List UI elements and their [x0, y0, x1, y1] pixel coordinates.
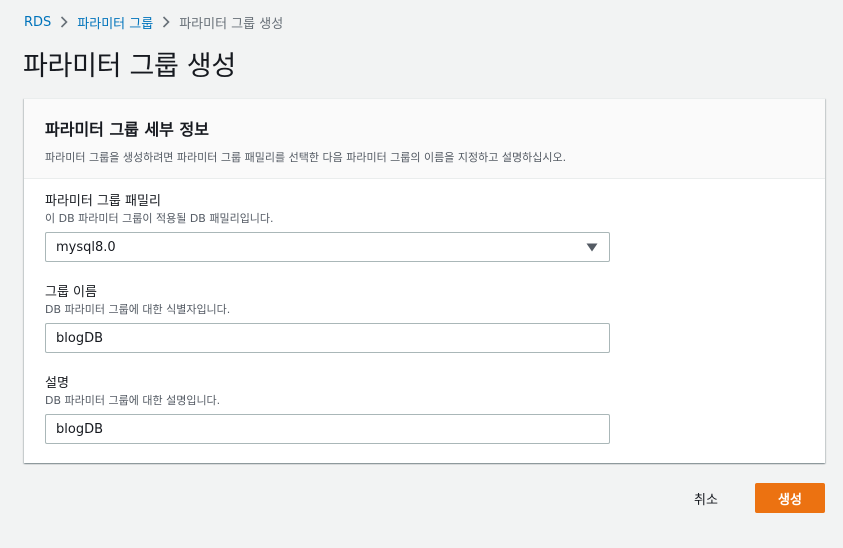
- family-field: 파라미터 그룹 패밀리 이 DB 파라미터 그룹이 적용될 DB 패밀리입니다.…: [45, 193, 804, 262]
- page: RDS 파라미터 그룹 파라미터 그룹 생성 파라미터 그룹 생성 파라미터 그…: [0, 0, 843, 548]
- card-body: 파라미터 그룹 패밀리 이 DB 파라미터 그룹이 적용될 DB 패밀리입니다.…: [24, 179, 825, 444]
- card-title: 파라미터 그룹 세부 정보: [45, 120, 209, 139]
- breadcrumb-item-rds[interactable]: RDS: [24, 15, 51, 30]
- description-description: DB 파라미터 그룹에 대한 설명입니다.: [45, 394, 221, 407]
- breadcrumb-item-current: 파라미터 그룹 생성: [179, 16, 284, 32]
- family-label: 파라미터 그룹 패밀리: [45, 194, 161, 209]
- group-name-field: 그룹 이름 DB 파라미터 그룹에 대한 식별자입니다.: [45, 284, 804, 353]
- chevron-right-icon: [153, 13, 179, 31]
- description-input[interactable]: [45, 414, 610, 444]
- page-title: 파라미터 그룹 생성: [23, 51, 236, 82]
- create-button[interactable]: 생성: [755, 483, 825, 513]
- description-label: 설명: [45, 376, 69, 391]
- chevron-right-icon: [51, 13, 77, 31]
- family-select-value: mysql8.0: [56, 239, 116, 255]
- cancel-button[interactable]: 취소: [680, 483, 732, 513]
- description-field: 설명 DB 파라미터 그룹에 대한 설명입니다.: [45, 375, 804, 444]
- parameter-group-details-card: 파라미터 그룹 세부 정보 파라미터 그룹을 생성하려면 파라미터 그룹 패밀리…: [24, 98, 825, 463]
- caret-down-icon: [585, 240, 599, 254]
- group-name-label: 그룹 이름: [45, 285, 97, 300]
- group-name-description: DB 파라미터 그룹에 대한 식별자입니다.: [45, 303, 231, 316]
- group-name-input[interactable]: [45, 323, 610, 353]
- breadcrumb-item-parameter-groups[interactable]: 파라미터 그룹: [77, 13, 153, 32]
- breadcrumb: RDS 파라미터 그룹 파라미터 그룹 생성: [24, 13, 284, 32]
- card-description: 파라미터 그룹을 생성하려면 파라미터 그룹 패밀리를 선택한 다음 파라미터 …: [45, 151, 567, 164]
- family-select[interactable]: mysql8.0: [45, 232, 610, 262]
- family-description: 이 DB 파라미터 그룹이 적용될 DB 패밀리입니다.: [45, 212, 274, 225]
- card-header: 파라미터 그룹 세부 정보 파라미터 그룹을 생성하려면 파라미터 그룹 패밀리…: [24, 99, 825, 179]
